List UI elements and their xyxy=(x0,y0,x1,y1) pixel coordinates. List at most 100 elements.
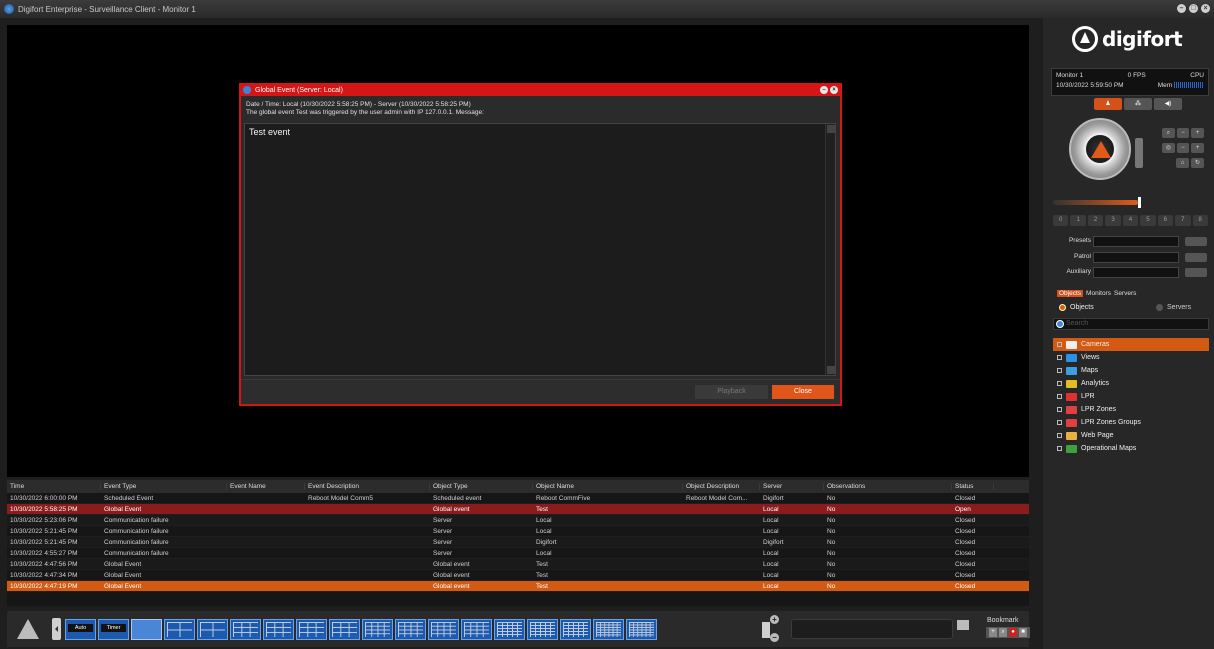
ptz-number-button[interactable]: 5 xyxy=(1140,215,1156,226)
focus-plus-icon[interactable]: + xyxy=(1191,143,1205,153)
playback-button[interactable]: Playback xyxy=(695,385,768,399)
scroll-down-icon[interactable] xyxy=(827,366,835,374)
layout-1plus5-button[interactable] xyxy=(329,619,360,640)
column-header[interactable]: Object Name xyxy=(533,483,683,490)
radio-objects[interactable]: Objects xyxy=(1059,304,1094,311)
object-search-input[interactable]: Search xyxy=(1053,318,1209,330)
zoom-minus-icon[interactable]: − xyxy=(1176,128,1190,138)
layout-scroll-right-button[interactable] xyxy=(762,622,770,638)
ptz-zoom-bar[interactable] xyxy=(1135,138,1143,168)
expand-icon[interactable] xyxy=(1057,446,1062,451)
layout-1plus7-button[interactable] xyxy=(362,619,393,640)
expand-icon[interactable] xyxy=(1057,407,1062,412)
bookmark-icon[interactable] xyxy=(957,620,969,630)
maximize-icon[interactable]: □ xyxy=(1189,4,1198,13)
tab-servers[interactable]: Servers xyxy=(1114,290,1136,297)
bookmark-search-icon[interactable]: ⌕ xyxy=(999,628,1007,637)
tree-item-lpr[interactable]: LPR xyxy=(1053,390,1209,403)
column-header[interactable]: Observations xyxy=(824,483,952,490)
ptz-joystick[interactable] xyxy=(1069,118,1131,180)
layout-1plus12-button[interactable] xyxy=(395,619,426,640)
column-header[interactable]: Status xyxy=(952,483,994,490)
column-header[interactable]: Event Name xyxy=(227,483,305,490)
scroll-up-icon[interactable] xyxy=(827,125,835,133)
ptz-number-button[interactable]: 7 xyxy=(1175,215,1191,226)
bookmark-stop-icon[interactable]: ■ xyxy=(1019,628,1027,637)
zoom-plus-icon[interactable]: + xyxy=(1191,128,1205,138)
expand-icon[interactable] xyxy=(1057,394,1062,399)
message-box[interactable]: Test event xyxy=(244,123,836,376)
ptz-mode-tab-icon[interactable]: ♟ xyxy=(1094,98,1122,110)
bookmark-record-icon[interactable]: ● xyxy=(1009,628,1017,637)
layout-3x3-button[interactable] xyxy=(296,619,327,640)
tree-item-cameras[interactable]: Cameras xyxy=(1053,338,1209,351)
auxiliary-go-button[interactable] xyxy=(1185,268,1207,277)
layout-timer-button[interactable]: Timer xyxy=(98,619,129,640)
column-header[interactable]: Object Description xyxy=(683,483,760,490)
radio-servers[interactable]: Servers xyxy=(1156,304,1191,311)
ptz-number-button[interactable]: 6 xyxy=(1157,215,1174,226)
layout-4x4-button[interactable] xyxy=(428,619,459,640)
table-row[interactable]: 10/30/2022 5:58:25 PM Global Event Global … xyxy=(7,504,1029,515)
expand-icon[interactable] xyxy=(1057,433,1062,438)
layout-8x8-button[interactable] xyxy=(626,619,657,640)
column-header[interactable]: Event Description xyxy=(305,483,430,490)
zoom-out-icon[interactable]: − xyxy=(770,633,779,642)
tab-monitors[interactable]: Monitors xyxy=(1086,290,1111,297)
table-row[interactable]: 10/30/2022 4:47:19 PM Global Event Global … xyxy=(7,581,1029,592)
tree-item-operational-maps[interactable]: Operational Maps xyxy=(1053,442,1209,455)
column-header[interactable]: Object Type xyxy=(430,483,533,490)
layout-1plus16-button[interactable] xyxy=(494,619,525,640)
io-mode-tab-icon[interactable]: ⁂ xyxy=(1124,98,1152,110)
table-row[interactable]: 10/30/2022 5:21:45 PM Communication failu… xyxy=(7,526,1029,537)
home-icon[interactable]: ⌂ xyxy=(1176,158,1189,168)
ptz-number-button[interactable]: 2 xyxy=(1087,215,1104,226)
collapse-triangle-icon[interactable] xyxy=(17,619,39,639)
zoom-in-icon[interactable]: + xyxy=(770,615,779,624)
presets-go-button[interactable] xyxy=(1185,237,1207,246)
layout-1plus2-button[interactable] xyxy=(197,619,228,640)
table-row[interactable]: 10/30/2022 5:23:06 PM Communication failu… xyxy=(7,515,1029,526)
tree-item-maps[interactable]: Maps xyxy=(1053,364,1209,377)
expand-icon[interactable] xyxy=(1057,368,1062,373)
ptz-number-button[interactable]: 8 xyxy=(1192,215,1208,226)
refresh-icon[interactable]: ↻ xyxy=(1191,158,1204,168)
bookmark-add-icon[interactable]: + xyxy=(989,628,997,637)
tab-objects[interactable]: Objects xyxy=(1057,290,1084,297)
layout-5x5-button[interactable] xyxy=(527,619,558,640)
bookmark-input[interactable] xyxy=(791,619,953,639)
ptz-number-button[interactable]: 0 xyxy=(1053,215,1069,226)
tree-item-analytics[interactable]: Analytics xyxy=(1053,377,1209,390)
close-button[interactable]: Close xyxy=(772,385,834,399)
tree-item-lpr-zones[interactable]: LPR Zones xyxy=(1053,403,1209,416)
dialog-minimize-icon[interactable]: – xyxy=(820,86,828,94)
tree-item-web-page[interactable]: Web Page xyxy=(1053,429,1209,442)
patrol-go-button[interactable] xyxy=(1185,253,1207,262)
close-window-icon[interactable]: × xyxy=(1201,4,1210,13)
message-scrollbar[interactable] xyxy=(825,124,835,375)
column-header[interactable]: Time xyxy=(7,483,101,490)
layout-1plus3-button[interactable] xyxy=(230,619,261,640)
ptz-speed-slider[interactable] xyxy=(1053,197,1203,208)
layout-6x6-button[interactable] xyxy=(593,619,624,640)
minimize-icon[interactable]: – xyxy=(1177,4,1186,13)
expand-icon[interactable] xyxy=(1057,381,1062,386)
ptz-number-button[interactable]: 3 xyxy=(1105,215,1121,226)
layout-6x5-button[interactable] xyxy=(560,619,591,640)
layout-scroll-left-button[interactable] xyxy=(52,618,61,640)
table-row[interactable]: 10/30/2022 4:55:27 PM Communication failu… xyxy=(7,548,1029,559)
ptz-number-button[interactable]: 1 xyxy=(1070,215,1086,226)
column-header[interactable]: Event Type xyxy=(101,483,227,490)
audio-mode-tab-icon[interactable]: ◀) xyxy=(1154,98,1182,110)
focus-icon[interactable]: ◎ xyxy=(1162,143,1175,153)
presets-select[interactable] xyxy=(1093,236,1179,247)
tree-item-views[interactable]: Views xyxy=(1053,351,1209,364)
tree-item-lpr-zones-groups[interactable]: LPR Zones Groups xyxy=(1053,416,1209,429)
table-row[interactable]: 10/30/2022 4:47:56 PM Global Event Global … xyxy=(7,559,1029,570)
focus-minus-icon[interactable]: − xyxy=(1176,143,1190,153)
layout-2x2-button[interactable] xyxy=(164,619,195,640)
table-row[interactable]: 10/30/2022 6:00:00 PM Scheduled Event Rebo… xyxy=(7,493,1029,504)
slider-thumb[interactable] xyxy=(1138,197,1141,208)
expand-icon[interactable] xyxy=(1057,355,1062,360)
patrol-select[interactable] xyxy=(1093,252,1179,263)
